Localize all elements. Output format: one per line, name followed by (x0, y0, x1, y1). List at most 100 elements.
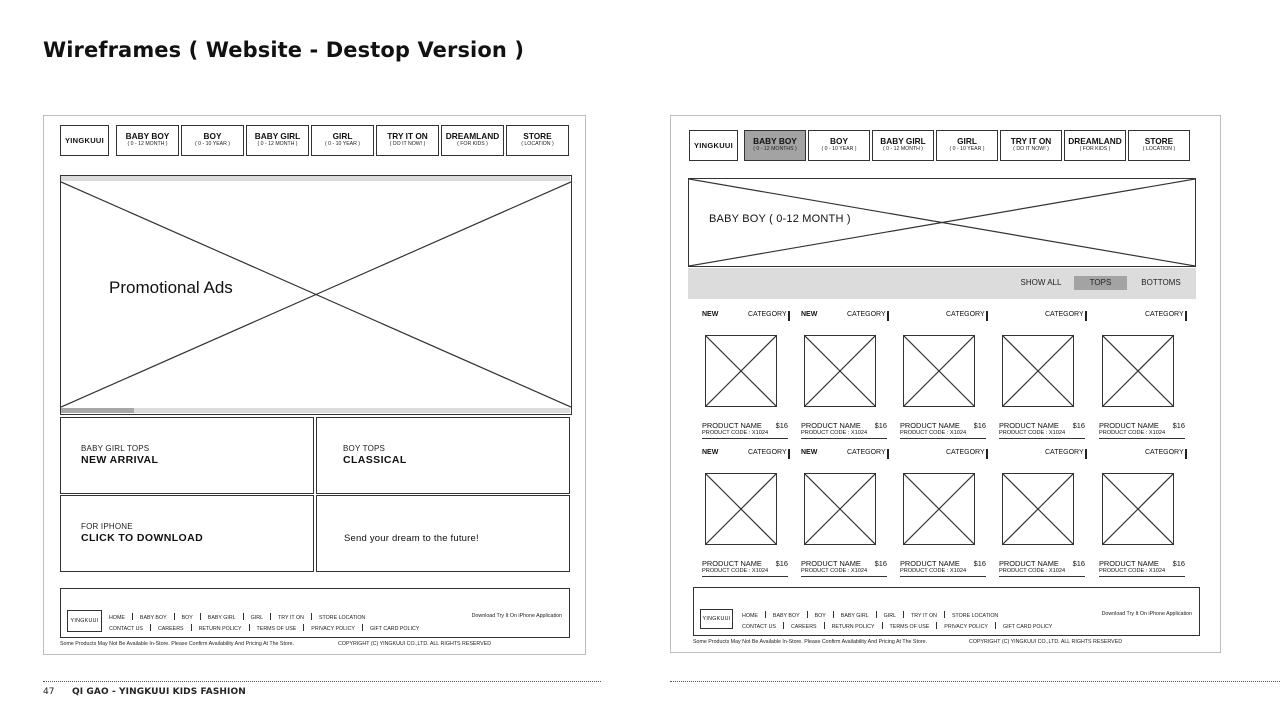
nav-item-try-it-on[interactable]: TRY IT ON( DO IT NOW! ) (376, 125, 439, 156)
category-dropdown[interactable]: CATEGORY (847, 311, 886, 318)
download-link[interactable]: Download Try It On iPhone Application (472, 613, 562, 619)
link-separator (173, 613, 175, 620)
category-dropdown[interactable]: CATEGORY (1145, 449, 1184, 456)
product-info[interactable]: PRODUCT NAME $16 PRODUCT CODE : X1024 (900, 421, 986, 439)
product-info[interactable]: PRODUCT NAME $16 PRODUCT CODE : X1024 (801, 559, 887, 577)
footer-link[interactable]: STORE LOCATION (952, 613, 998, 619)
footer-link[interactable]: PRIVACY POLICY (944, 624, 988, 630)
footer-link[interactable]: BOY (182, 615, 193, 621)
product-info[interactable]: PRODUCT NAME $16 PRODUCT CODE : X1024 (702, 421, 788, 439)
footer-link[interactable]: BABY BOY (140, 615, 167, 621)
nav-item-dreamland[interactable]: DREAMLAND( FOR KIDS ) (1064, 130, 1126, 161)
filter-bottoms[interactable]: BOTTOMS (1141, 276, 1181, 290)
footer-link[interactable]: BOY (815, 613, 826, 619)
nav-item-baby-girl[interactable]: BABY GIRL( 0 - 12 MONTH ) (246, 125, 309, 156)
logo[interactable]: YINGKUUI (60, 125, 109, 156)
product-image[interactable] (1002, 473, 1074, 545)
nav-sublabel: ( LOCATION ) (521, 141, 554, 147)
footer-logo[interactable]: YINGKUUI (700, 609, 733, 629)
product-info[interactable]: PRODUCT NAME $16 PRODUCT CODE : X1024 (999, 421, 1085, 439)
nav-item-girl[interactable]: GIRL( 0 - 10 YEAR ) (311, 125, 374, 156)
nav-item-store[interactable]: STORE( LOCATION ) (506, 125, 569, 156)
footer-link[interactable]: BABY BOY (773, 613, 800, 619)
footer-link[interactable]: GIRL (884, 613, 896, 619)
category-dropdown[interactable]: CATEGORY (946, 311, 985, 318)
nav-item-baby-boy[interactable]: BABY BOY( 0 - 12 MONTH ) (116, 125, 179, 156)
product-info[interactable]: PRODUCT NAME $16 PRODUCT CODE : X1024 (1099, 559, 1185, 577)
category-dropdown[interactable]: CATEGORY (1045, 311, 1084, 318)
tile-dream[interactable]: Send your dream to the future! (316, 495, 570, 572)
nav-item-baby-girl[interactable]: BABY GIRL( 0 - 12 MONTH ) (872, 130, 934, 161)
product-image[interactable] (804, 473, 876, 545)
product-name: PRODUCT NAME (900, 559, 960, 568)
nav-item-boy[interactable]: BOY( 0 - 10 YEAR ) (181, 125, 244, 156)
product-info[interactable]: PRODUCT NAME $16 PRODUCT CODE : X1024 (801, 421, 887, 439)
footer-link[interactable]: GIRL (251, 615, 263, 621)
filter-tops[interactable]: TOPS (1074, 276, 1127, 290)
nav-item-try-it-on[interactable]: TRY IT ON( DO IT NOW! ) (1000, 130, 1062, 161)
category-dropdown[interactable]: CATEGORY (1145, 311, 1184, 318)
link-separator (310, 613, 312, 620)
promo-scroll-thumb[interactable] (61, 408, 134, 413)
footer-link[interactable]: BABY GIRL (841, 613, 869, 619)
footer-link[interactable]: TRY IT ON (911, 613, 937, 619)
category-dropdown[interactable]: CATEGORY (847, 449, 886, 456)
category-dropdown[interactable]: CATEGORY (946, 449, 985, 456)
logo[interactable]: YINGKUUI (689, 130, 738, 161)
product-image[interactable] (1102, 473, 1174, 545)
promo-scroll-track[interactable] (61, 408, 570, 413)
product-image[interactable] (1002, 335, 1074, 407)
footer-link[interactable]: TRY IT ON (278, 615, 304, 621)
category-dropdown[interactable]: CATEGORY (748, 449, 787, 456)
footer-link[interactable]: RETURN POLICY (832, 624, 875, 630)
footer-link[interactable]: RETURN POLICY (199, 626, 242, 632)
product-image[interactable] (804, 335, 876, 407)
tile-boy-tops[interactable]: BOY TOPS CLASSICAL (316, 417, 570, 494)
product-price: $16 (1172, 559, 1185, 568)
tile-iphone-download[interactable]: FOR IPHONE CLICK TO DOWNLOAD (60, 495, 314, 572)
nav-label: GIRL (332, 131, 353, 141)
footer-logo-text: YINGKUUI (702, 616, 731, 622)
product-info[interactable]: PRODUCT NAME $16 PRODUCT CODE : X1024 (900, 559, 986, 577)
category-dropdown[interactable]: CATEGORY (748, 311, 787, 318)
category-dropdown[interactable]: CATEGORY (1045, 449, 1084, 456)
nav-label: DREAMLAND (445, 131, 500, 141)
product-image[interactable] (1102, 335, 1174, 407)
product-cell-header: CATEGORY (999, 449, 1087, 459)
product-image[interactable] (903, 473, 975, 545)
nav-item-boy[interactable]: BOY( 0 - 10 YEAR ) (808, 130, 870, 161)
nav-item-store[interactable]: STORE( LOCATION ) (1128, 130, 1190, 161)
footer-link[interactable]: CAREERS (158, 626, 184, 632)
product-name: PRODUCT NAME (801, 421, 861, 430)
tile-baby-girl-tops[interactable]: BABY GIRL TOPS NEW ARRIVAL (60, 417, 314, 494)
product-info[interactable]: PRODUCT NAME $16 PRODUCT CODE : X1024 (999, 559, 1085, 577)
footer-link[interactable]: PRIVACY POLICY (311, 626, 355, 632)
footer-logo[interactable]: YINGKUUI (67, 610, 102, 632)
product-image[interactable] (903, 335, 975, 407)
footer-link[interactable]: HOME (109, 615, 125, 621)
footer-link[interactable]: TERMS OF USE (890, 624, 930, 630)
image-placeholder-x (904, 336, 974, 406)
download-link[interactable]: Download Try It On iPhone Application (1102, 611, 1192, 617)
footer-link[interactable]: GIFT CARD POLICY (370, 626, 419, 632)
footer-link[interactable]: HOME (742, 613, 758, 619)
nav-item-girl[interactable]: GIRL( 0 - 10 YEAR ) (936, 130, 998, 161)
filter-show-all[interactable]: SHOW ALL (1020, 276, 1062, 290)
footer-link[interactable]: CONTACT US (742, 624, 776, 630)
product-info[interactable]: PRODUCT NAME $16 PRODUCT CODE : X1024 (1099, 421, 1185, 439)
footer-link[interactable]: STORE LOCATION (319, 615, 365, 621)
footer-link[interactable]: CONTACT US (109, 626, 143, 632)
nav-item-dreamland[interactable]: DREAMLAND( FOR KIDS ) (441, 125, 504, 156)
footer-link[interactable]: TERMS OF USE (257, 626, 297, 632)
footer-link[interactable]: BABY GIRL (208, 615, 236, 621)
nav-item-baby-boy[interactable]: BABY BOY( 0 - 12 MONTHS ) (744, 130, 806, 161)
product-image[interactable] (705, 473, 777, 545)
product-info[interactable]: PRODUCT NAME $16 PRODUCT CODE : X1024 (702, 559, 788, 577)
product-image[interactable] (705, 335, 777, 407)
promo-banner[interactable]: Promotional Ads (60, 175, 572, 415)
nav-label: BOY (830, 136, 848, 146)
nav-label: TRY IT ON (1010, 136, 1052, 146)
product-name-row: PRODUCT NAME $16 (900, 421, 986, 430)
footer-link[interactable]: CAREERS (791, 624, 817, 630)
footer-link[interactable]: GIFT CARD POLICY (1003, 624, 1052, 630)
